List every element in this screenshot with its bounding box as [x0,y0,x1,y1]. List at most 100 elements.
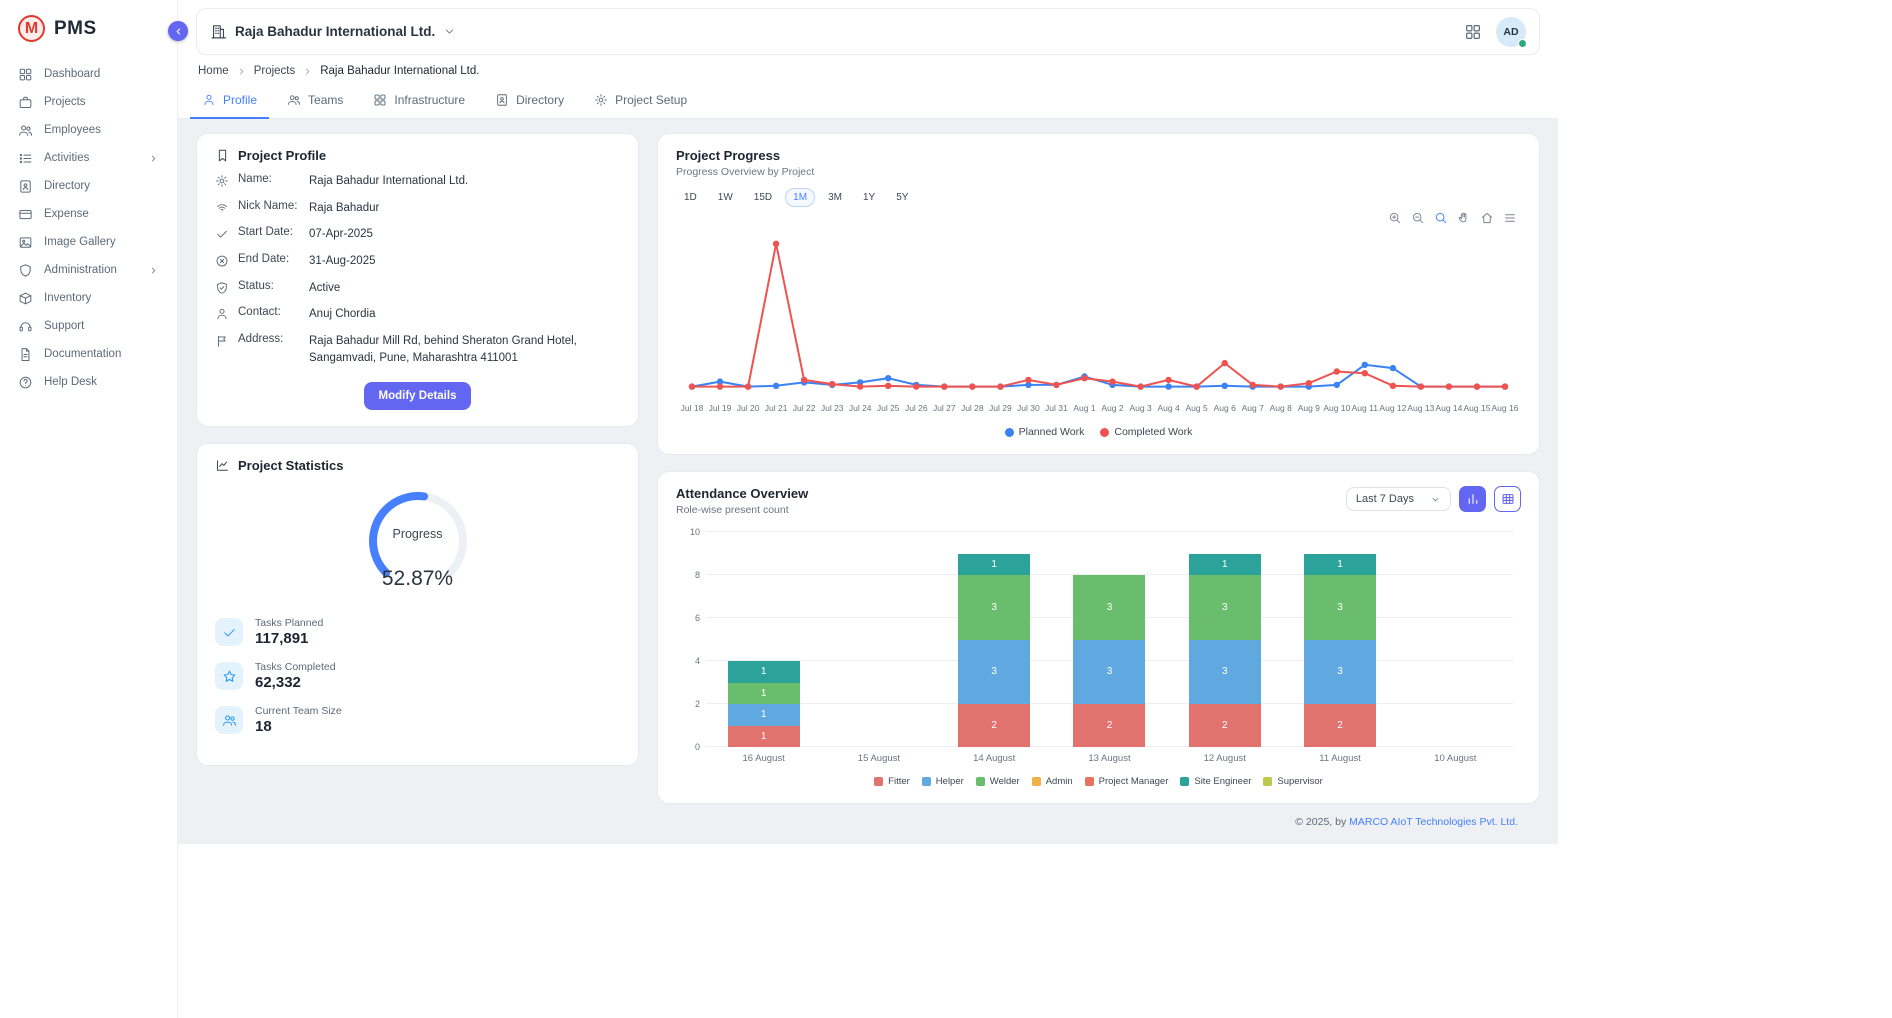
legend-item-fitter[interactable]: Fitter [874,776,910,787]
sidebar-item-employees[interactable]: Employees [0,116,177,144]
bar-segment-site-engineer[interactable]: 1 [1189,554,1261,576]
bar-segment-helper[interactable]: 3 [1073,640,1145,705]
bar-segment-fitter[interactable]: 2 [1073,704,1145,747]
legend-item-planned-work[interactable]: Planned Work [1005,426,1085,438]
legend-item-completed-work[interactable]: Completed Work [1100,426,1192,438]
sidebar-item-directory[interactable]: Directory [0,172,177,200]
legend-label: Project Manager [1099,776,1169,787]
bar-segment-site-engineer[interactable]: 1 [1304,554,1376,576]
attendance-range-select[interactable]: Last 7 Days [1346,487,1451,511]
bar-column-14-august: 2 3 3 1 [937,532,1052,747]
tab-directory[interactable]: Directory [483,84,576,119]
menu-icon [1503,211,1517,225]
range-1y-button[interactable]: 1Y [855,188,883,207]
sidebar-item-image-gallery[interactable]: Image Gallery [0,228,177,256]
bar-value-label: 1 [991,559,997,570]
y-axis-label: 4 [678,656,700,666]
profile-field-end-date: End Date:31-Aug-2025 [215,253,620,270]
bar-column-11-august: 2331 [1282,532,1397,747]
tab-teams[interactable]: Teams [275,84,355,119]
range-3m-button[interactable]: 3M [820,188,850,207]
range-15d-button[interactable]: 15D [746,188,780,207]
range-1m-button[interactable]: 1M [785,188,815,207]
breadcrumb-item-raja-bahadur-international-ltd[interactable]: Raja Bahadur International Ltd. [320,65,479,77]
attendance-chart[interactable]: 02468101111233123323312331 [706,532,1513,747]
sidebar-item-expense[interactable]: Expense [0,200,177,228]
sidebar-item-activities[interactable]: Activities [0,144,177,172]
bar-segment-fitter[interactable]: 1 [728,726,800,748]
time-range-selector: 1D 1W 15D 1M 3M 1Y 5Y [676,188,1521,207]
bar-value-label: 3 [991,666,997,677]
apps-grid-button[interactable] [1464,23,1482,41]
chevron-left-icon [173,26,184,37]
table-view-button[interactable] [1494,486,1521,512]
breadcrumb-item-projects[interactable]: Projects [254,65,296,77]
legend-item-project-manager[interactable]: Project Manager [1085,776,1169,787]
tab-infrastructure[interactable]: Infrastructure [361,84,477,119]
bar-segment-fitter[interactable]: 2 [1304,704,1376,747]
legend-item-admin[interactable]: Admin [1032,776,1073,787]
bar-segment-site-engineer[interactable]: 1 [728,661,800,683]
sidebar-item-help-desk[interactable]: Help Desk [0,368,177,396]
pan-icon [1457,211,1471,225]
chart-view-button[interactable] [1459,486,1486,512]
bar-segment-helper[interactable]: 3 [958,640,1030,705]
sidebar-item-administration[interactable]: Administration [0,256,177,284]
bar-segment-fitter[interactable]: 2 [958,704,1030,747]
field-label: Status: [238,280,300,292]
range-5y-button[interactable]: 5Y [888,188,916,207]
legend-label: Welder [990,776,1020,787]
bar-value-label: 1 [1222,559,1228,570]
bar-segment-helper[interactable]: 3 [1304,640,1376,705]
chart-menu-button[interactable] [1503,211,1517,225]
bar-segment-site-engineer[interactable]: 1 [958,554,1030,576]
sidebar-item-projects[interactable]: Projects [0,88,177,116]
x-axis-label: 12 August [1167,753,1282,764]
tab-label: Project Setup [615,93,687,107]
project-progress-chart[interactable]: Jul 18Jul 19Jul 20Jul 21Jul 22Jul 23Jul … [676,211,1521,422]
bar-segment-welder[interactable]: 1 [728,683,800,705]
footer-link[interactable]: MARCO AIoT Technologies Pvt. Ltd. [1349,816,1518,828]
sidebar-item-inventory[interactable]: Inventory [0,284,177,312]
bar-segment-helper[interactable]: 3 [1189,640,1261,705]
profile-field-name: Name:Raja Bahadur International Ltd. [215,173,620,190]
chart-home-button[interactable] [1480,211,1494,225]
modify-details-button[interactable]: Modify Details [364,382,472,410]
directory-icon [18,179,33,194]
sidebar-item-label: Dashboard [44,68,159,80]
avatar[interactable]: AD [1496,17,1526,47]
svg-text:Jul 27: Jul 27 [933,403,956,413]
inventory-icon [18,291,33,306]
topbar-right: AD [1464,17,1526,47]
sidebar-nav: Dashboard Projects EmployeesActivitiesDire… [0,56,177,396]
chart-zoom-out-button[interactable] [1411,211,1425,225]
legend-item-site-engineer[interactable]: Site Engineer [1180,776,1251,787]
tab-profile[interactable]: Profile [190,84,269,119]
legend-item-helper[interactable]: Helper [922,776,964,787]
sidebar-collapse-button[interactable] [168,21,188,41]
bar-segment-welder[interactable]: 3 [1073,575,1145,640]
chart-zoom-in-button[interactable] [1388,211,1402,225]
bar-segment-helper[interactable]: 1 [728,704,800,726]
stat-value: 117,891 [255,630,323,647]
company-switcher[interactable]: Raja Bahadur International Ltd. [210,23,456,40]
chart-selection-zoom-button[interactable] [1434,211,1448,225]
bar-value-label: 3 [1337,666,1343,677]
app-logo[interactable]: M PMS [0,0,177,56]
chart-pan-button[interactable] [1457,211,1471,225]
breadcrumb-item-home[interactable]: Home [198,65,229,77]
sidebar-item-label: Projects [44,96,159,108]
tab-project-setup[interactable]: Project Setup [582,84,699,119]
sidebar-item-documentation[interactable]: Documentation [0,340,177,368]
sidebar-item-support[interactable]: Support [0,312,177,340]
legend-item-welder[interactable]: Welder [976,776,1020,787]
bar-segment-welder[interactable]: 3 [958,575,1030,640]
range-1w-button[interactable]: 1W [710,188,741,207]
range-1d-button[interactable]: 1D [676,188,705,207]
bar-segment-welder[interactable]: 3 [1304,575,1376,640]
sidebar-item-dashboard[interactable]: Dashboard [0,60,177,88]
bar-value-label: 3 [991,602,997,613]
bar-segment-welder[interactable]: 3 [1189,575,1261,640]
legend-item-supervisor[interactable]: Supervisor [1263,776,1322,787]
bar-segment-fitter[interactable]: 2 [1189,704,1261,747]
